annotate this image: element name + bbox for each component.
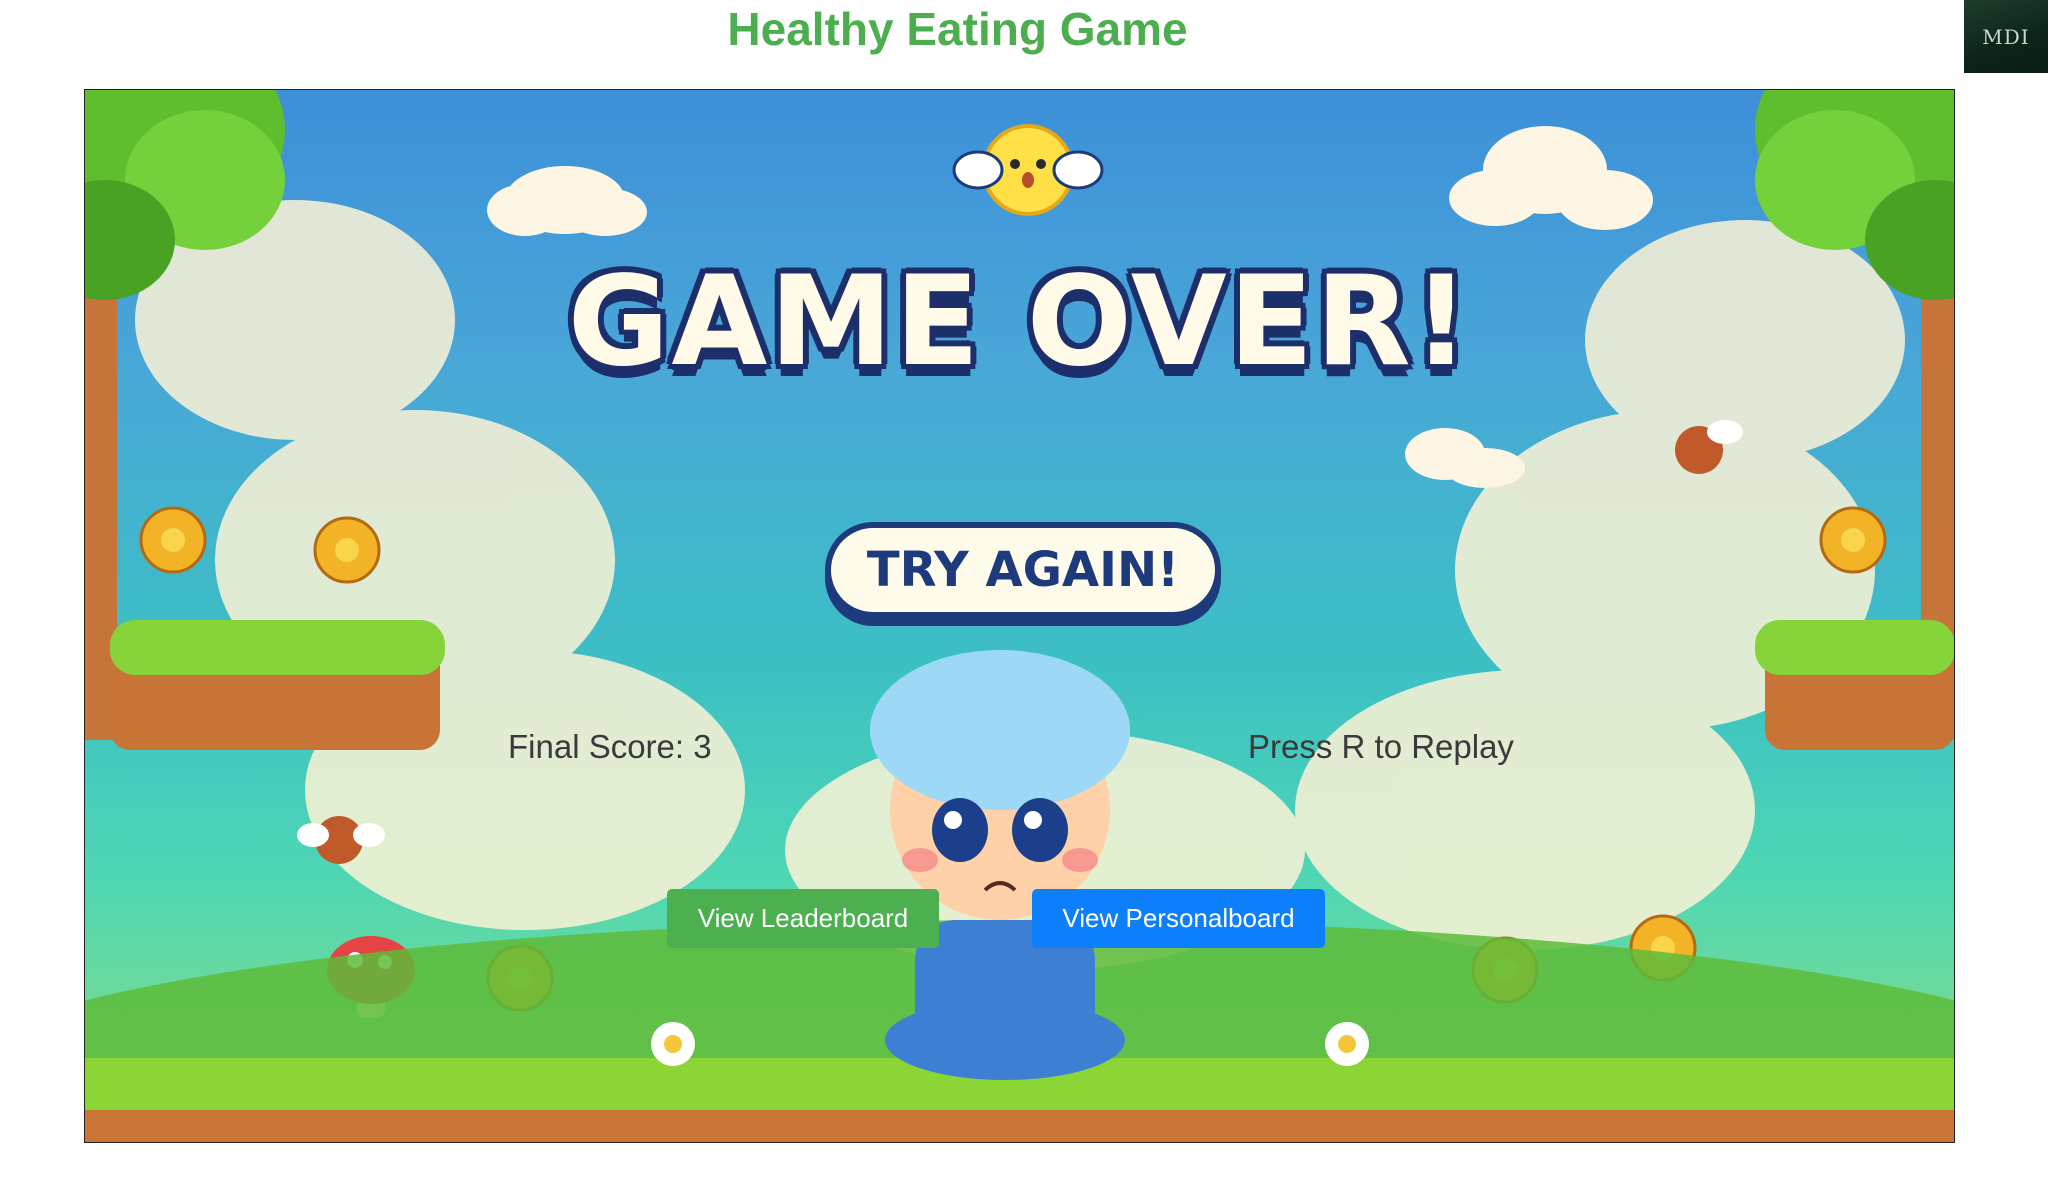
final-score-text: Final Score: 3 bbox=[508, 728, 712, 765]
left-platform bbox=[110, 620, 445, 750]
ground-dirt bbox=[85, 1110, 1954, 1142]
game-over-banner: GAME OVER! bbox=[567, 250, 1472, 394]
mdi-logo: MDI bbox=[1964, 0, 2048, 73]
right-platform bbox=[1755, 620, 1954, 750]
replay-hint-text: Press R to Replay bbox=[1248, 728, 1514, 765]
page: Healthy Eating Game MDI GAME OVER! TRY A… bbox=[0, 0, 2048, 1203]
view-leaderboard-button[interactable]: View Leaderboard bbox=[667, 889, 939, 948]
page-title: Healthy Eating Game bbox=[727, 3, 1188, 55]
view-personalboard-button[interactable]: View Personalboard bbox=[1032, 889, 1325, 948]
sun-character bbox=[952, 124, 1104, 216]
game-canvas[interactable]: GAME OVER! TRY AGAIN! Final Score: 3 Pre… bbox=[84, 89, 1955, 1143]
try-again-button[interactable]: TRY AGAIN! bbox=[825, 522, 1221, 618]
